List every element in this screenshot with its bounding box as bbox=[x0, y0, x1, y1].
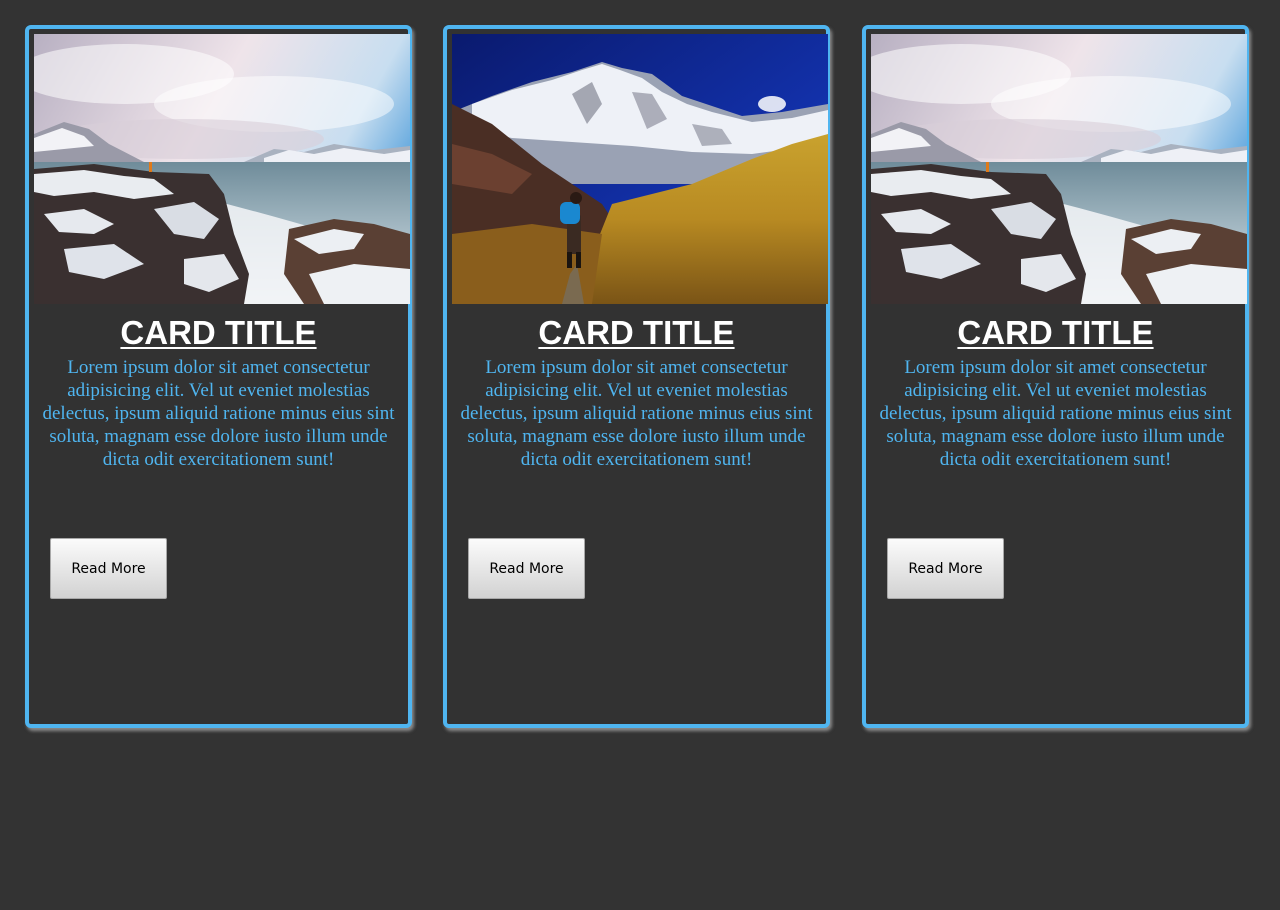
card-text: Lorem ipsum dolor sit amet consectetur a… bbox=[460, 357, 813, 470]
card-title: CARD TITLE bbox=[538, 314, 735, 351]
read-more-button[interactable]: Read More bbox=[887, 538, 1004, 599]
card-text: Lorem ipsum dolor sit amet consectetur a… bbox=[879, 357, 1232, 470]
snowy-coastline-photo bbox=[871, 34, 1247, 304]
card-text: Lorem ipsum dolor sit amet consectetur a… bbox=[42, 357, 395, 470]
card-3: CARD TITLE Lorem ipsum dolor sit amet co… bbox=[862, 25, 1249, 728]
card-title: CARD TITLE bbox=[957, 314, 1154, 351]
mountain-hiker-photo bbox=[452, 34, 828, 304]
snowy-coastline-photo bbox=[34, 34, 410, 304]
card-2: CARD TITLE Lorem ipsum dolor sit amet co… bbox=[443, 25, 830, 728]
read-more-button[interactable]: Read More bbox=[468, 538, 585, 599]
card-grid: CARD TITLE Lorem ipsum dolor sit amet co… bbox=[25, 25, 1257, 737]
card-1: CARD TITLE Lorem ipsum dolor sit amet co… bbox=[25, 25, 412, 728]
read-more-button[interactable]: Read More bbox=[50, 538, 167, 599]
card-title: CARD TITLE bbox=[120, 314, 317, 351]
